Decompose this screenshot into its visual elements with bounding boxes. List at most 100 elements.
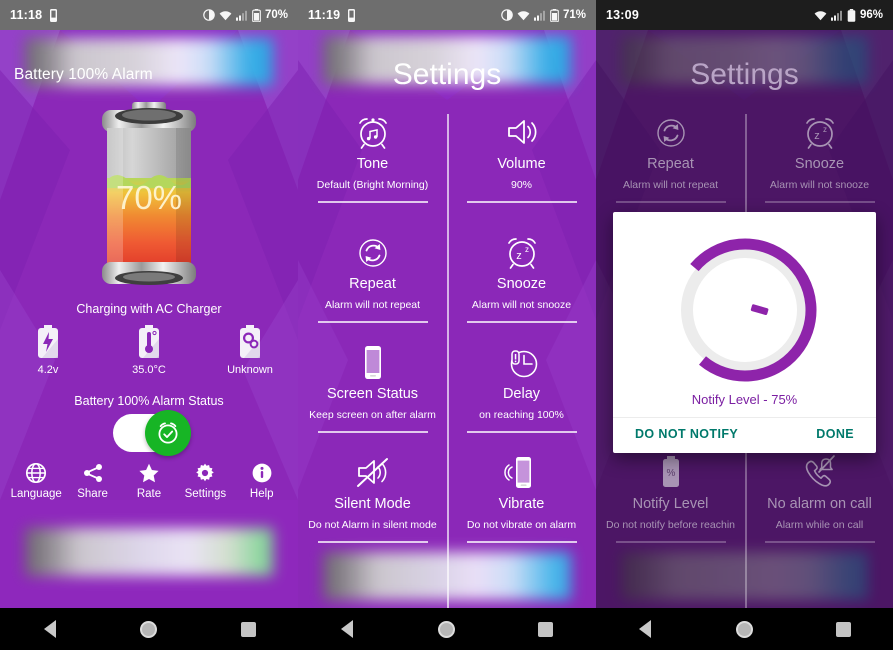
setting-snooze-desc: Alarm will not snooze <box>769 179 870 191</box>
setting-screen-status[interactable]: Screen Status Keep screen on after alarm <box>300 340 445 433</box>
setting-notify-level[interactable]: % Notify Level Do not notify before reac… <box>598 450 743 543</box>
setting-vibrate-name: Vibrate <box>498 496 545 512</box>
ad-banner-bottom[interactable] <box>25 528 273 576</box>
setting-repeat[interactable]: Repeat Alarm will not repeat <box>300 230 445 323</box>
android-navigation-bar <box>0 608 893 650</box>
setting-notify-level-name: Notify Level <box>632 496 709 512</box>
setting-repeat-desc: Alarm will not repeat <box>324 299 421 311</box>
back-button[interactable] <box>625 608 665 650</box>
battery-percent-text: 70% <box>116 179 182 216</box>
volume-icon <box>449 110 594 152</box>
status-time: 13:09 <box>606 8 639 22</box>
panel-settings: 11:19 71% Settings Tone Default (Bright … <box>298 0 596 650</box>
status-battery-percent: 96% <box>859 9 883 21</box>
back-button[interactable] <box>30 608 70 650</box>
setting-no-alarm-on-call[interactable]: No alarm on call Alarm while on call <box>747 450 892 543</box>
setting-repeat-desc: Alarm will not repeat <box>622 179 719 191</box>
setting-tone-name: Tone <box>356 156 389 172</box>
back-triangle-icon <box>638 620 651 638</box>
setting-vibrate-desc: Do not vibrate on alarm <box>466 519 577 531</box>
action-language-label: Language <box>10 488 62 500</box>
setting-repeat-name: Repeat <box>349 276 396 292</box>
battery-icon <box>847 8 856 22</box>
do-not-notify-button[interactable]: DO NOT NOTIFY <box>635 427 738 441</box>
home-circle-icon <box>140 620 158 638</box>
back-triangle-icon <box>43 620 56 638</box>
alarm-toggle-knob[interactable] <box>145 410 191 456</box>
signal-icon <box>235 10 248 21</box>
home-circle-icon <box>735 620 753 638</box>
setting-underline <box>317 201 428 203</box>
alarm-status-label: Battery 100% Alarm Status <box>74 394 224 408</box>
panel-settings-dialog: 13:09 96% Settings Repeat Alarm will not… <box>596 0 893 650</box>
action-rate[interactable]: Rate <box>123 462 175 500</box>
setting-no-alarm-on-call-name: No alarm on call <box>767 496 872 512</box>
done-button[interactable]: DONE <box>816 427 854 441</box>
home-button[interactable] <box>129 608 169 650</box>
notify-level-dialog: Notify Level - 75% DO NOT NOTIFY DONE <box>613 212 876 453</box>
alarm-toggle[interactable] <box>113 410 191 456</box>
setting-underline <box>317 431 428 433</box>
alarm-tone-icon <box>300 110 445 152</box>
page-title: Settings <box>392 58 502 91</box>
svg-text:z: z <box>823 125 827 134</box>
stat-temperature: 35.0°C <box>120 325 178 376</box>
recents-button[interactable] <box>228 608 268 650</box>
snooze-icon: z z <box>747 110 892 152</box>
home-button[interactable] <box>724 608 764 650</box>
notify-level-knob[interactable] <box>665 230 825 390</box>
action-share-label: Share <box>77 488 108 500</box>
setting-tone-desc: Default (Bright Morning) <box>316 179 429 191</box>
setting-snooze[interactable]: z z Snooze Alarm will not snooze <box>449 230 594 323</box>
setting-volume[interactable]: Volume 90% <box>449 110 594 203</box>
setting-silent-mode-desc: Do not Alarm in silent mode <box>308 519 437 531</box>
status-battery-percent: 70% <box>264 9 288 21</box>
action-share[interactable]: Share <box>67 462 119 500</box>
action-help[interactable]: Help <box>236 462 288 500</box>
setting-repeat[interactable]: Repeat Alarm will not repeat <box>598 110 743 203</box>
stat-temperature-label: 35.0°C <box>132 364 166 376</box>
setting-underline <box>317 541 428 543</box>
do-not-disturb-icon <box>501 9 513 21</box>
setting-tone[interactable]: Tone Default (Bright Morning) <box>300 110 445 203</box>
vibrate-icon <box>449 450 594 492</box>
panel-home: 11:18 70% Battery 100% Alarm 70% Chargin… <box>0 0 298 650</box>
repeat-icon <box>300 230 445 272</box>
setting-volume-desc: 90% <box>510 179 532 191</box>
setting-delay-name: Delay <box>502 386 541 402</box>
charging-status-text: Charging with AC Charger <box>76 302 222 316</box>
recents-button[interactable] <box>526 608 566 650</box>
svg-text:z: z <box>525 245 529 254</box>
recents-button[interactable] <box>823 608 863 650</box>
setting-delay[interactable]: Delay on reaching 100% <box>449 340 594 433</box>
setting-repeat-name: Repeat <box>647 156 694 172</box>
action-settings[interactable]: Settings <box>179 462 231 500</box>
setting-underline <box>317 321 428 323</box>
setting-underline <box>615 541 726 543</box>
wifi-icon <box>517 10 530 21</box>
battery-icon <box>550 8 559 22</box>
back-button[interactable] <box>327 608 367 650</box>
status-time: 11:18 <box>10 8 43 22</box>
home-button[interactable] <box>426 608 466 650</box>
setting-silent-mode[interactable]: Silent Mode Do not Alarm in silent mode <box>300 450 445 543</box>
action-help-label: Help <box>249 488 274 500</box>
wifi-icon <box>219 10 232 21</box>
setting-snooze-name: Snooze <box>496 276 547 292</box>
setting-volume-name: Volume <box>497 156 546 172</box>
notify-level-value-label: Notify Level - 75% <box>691 392 798 407</box>
setting-snooze[interactable]: z z Snooze Alarm will not snooze <box>747 110 892 203</box>
setting-vibrate[interactable]: Vibrate Do not vibrate on alarm <box>449 450 594 543</box>
snooze-icon: z z <box>449 230 594 272</box>
status-bar: 11:19 71% <box>298 0 596 30</box>
action-language[interactable]: Language <box>10 462 62 500</box>
setting-silent-mode-name: Silent Mode <box>334 496 411 512</box>
svg-text:%: % <box>666 468 675 479</box>
wifi-icon <box>814 10 827 21</box>
setting-underline <box>466 321 577 323</box>
notify-level-icon: % <box>598 450 743 492</box>
stat-voltage-label: 4.2v <box>37 364 59 376</box>
battery-graphic: 70% <box>0 102 298 297</box>
signal-icon <box>533 10 546 21</box>
action-rate-label: Rate <box>136 488 162 500</box>
